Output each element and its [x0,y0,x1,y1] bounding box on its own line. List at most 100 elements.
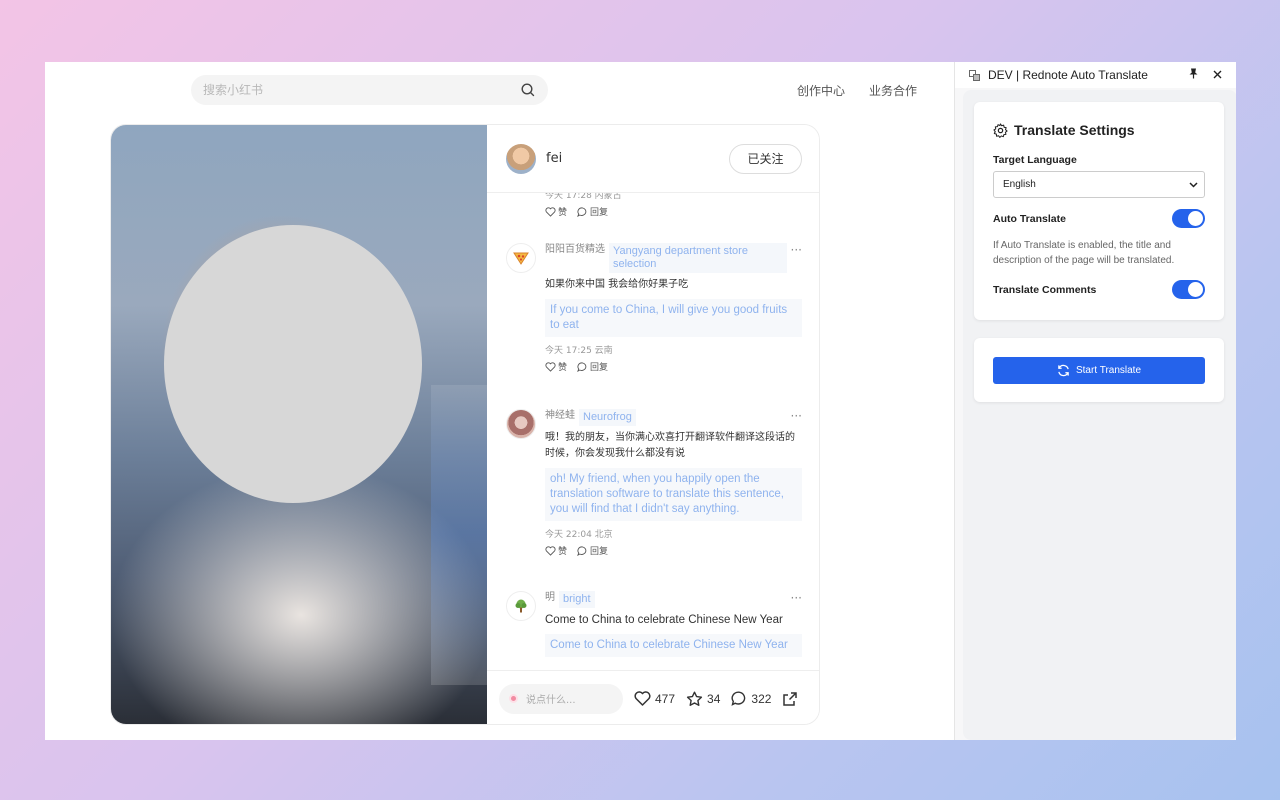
close-icon[interactable] [1208,68,1226,82]
tree-icon [515,599,527,613]
side-panel-title: DEV | Rednote Auto Translate [988,68,1148,82]
collect-count: 34 [707,691,721,706]
commenter-name-translation: Neurofrog [579,409,636,426]
auto-translate-toggle[interactable] [1172,209,1205,228]
refresh-icon [1058,364,1069,376]
like-label: 赞 [558,547,568,557]
search-bar[interactable] [191,75,548,105]
comment-input[interactable]: 说点什么... [499,683,623,714]
commenter-name[interactable]: 神经蛙 [545,409,575,423]
like-count: 477 [655,691,676,706]
start-translate-card: Start Translate [974,338,1224,402]
comment-text: 如果你来中国 我会给你好果子吃 [545,279,689,290]
side-panel-titlebar: DEV | Rednote Auto Translate [955,62,1236,88]
follow-button[interactable]: 已关注 [729,143,802,174]
comment-input-placeholder: 说点什么... [526,695,576,706]
user-avatar-dot [509,694,518,703]
browser-window: 创作中心 业务合作 fei 已关注 今天 17:28 内蒙古 [45,62,1236,740]
more-options-icon[interactable]: ··· [791,243,802,257]
note-detail: fei 已关注 今天 17:28 内蒙古 赞 回复 阳阳百货精选 Yangyan… [110,124,820,725]
star-icon [686,691,703,706]
photo-background-lights [431,385,487,685]
like-button[interactable]: 赞 [545,205,567,218]
start-translate-label: Start Translate [1075,364,1142,376]
collect-count-button[interactable]: 34 [686,691,720,707]
comment-meta: 今天 17:28 内蒙古 [545,193,622,201]
comment-meta: 今天 17:25 云南 [545,346,613,356]
comment-item: 神经蛙 Neurofrog 哦！我的朋友，当你满心欢喜打开翻译软件翻译这段话的时… [506,409,802,557]
gear-icon [993,122,1008,138]
like-label: 赞 [558,363,568,373]
target-language-select[interactable]: English [993,171,1205,198]
comment-item: 明 bright Come to China to celebrate Chin… [506,591,802,657]
heart-icon [545,545,556,556]
pin-icon[interactable] [1184,68,1202,82]
share-button[interactable] [782,691,798,707]
comment-meta: 今天 22:04 北京 [545,530,613,540]
more-options-icon[interactable]: ··· [791,409,802,423]
heart-icon [545,206,556,217]
comment-count-button[interactable]: 322 [731,691,771,706]
start-translate-button[interactable]: Start Translate [993,356,1205,384]
like-button[interactable]: 赞 [545,544,567,557]
reply-bubble-icon [577,361,587,372]
search-icon[interactable] [520,82,536,98]
comment-actions: 赞 回复 [545,544,802,557]
reply-bubble-icon [577,206,587,217]
commenter-name[interactable]: 阳阳百货精选 [545,243,605,257]
heart-icon [545,361,556,372]
extension-side-panel: DEV | Rednote Auto Translate Translate S… [954,62,1236,740]
reply-label: 回复 [590,547,609,557]
reply-label: 回复 [590,208,609,218]
comment-text: Come to China to celebrate Chinese New Y… [545,614,783,626]
nav-business-cooperation[interactable]: 业务合作 [869,82,917,99]
reply-button[interactable]: 回复 [577,360,608,373]
comments-pane: fei 已关注 今天 17:28 内蒙古 赞 回复 阳阳百货精选 Yangyan… [487,125,819,724]
comment-count: 322 [751,691,772,706]
translate-comments-toggle[interactable] [1172,280,1205,299]
comment-partial: 今天 17:28 内蒙古 赞 回复 [545,193,802,218]
comment-bubble-icon [731,691,746,706]
commenter-avatar[interactable] [506,591,536,621]
comments-list[interactable]: 今天 17:28 内蒙古 赞 回复 阳阳百货精选 Yangyang depart… [487,193,819,670]
commenter-name[interactable]: 明 [545,591,555,605]
translate-logo-icon [969,69,980,81]
commenter-name-translation: bright [559,591,595,608]
commenter-name-translation: Yangyang department store selection [609,243,787,273]
author-avatar[interactable] [506,143,536,174]
nav-creator-center[interactable]: 创作中心 [797,82,845,99]
commenter-avatar[interactable] [506,243,536,273]
chevron-down-icon [1189,181,1198,188]
comment-actions: 赞 回复 [545,360,802,373]
translate-settings-card: Translate Settings Target Language Engli… [974,102,1224,320]
comment-text: 哦！我的朋友，当你满心欢喜打开翻译软件翻译这段话的时候，你会发现我什么都没有说 [545,432,795,459]
auto-translate-row: Auto Translate [993,209,1205,228]
commenter-avatar[interactable] [506,409,536,439]
like-label: 赞 [558,208,568,218]
face-blur-mask [164,225,422,503]
reply-button[interactable]: 回复 [577,544,608,557]
web-page: 创作中心 业务合作 fei 已关注 今天 17:28 内蒙古 [45,62,954,740]
share-icon [783,691,798,706]
like-count-button[interactable]: 477 [634,691,675,706]
more-options-icon[interactable]: ··· [791,591,802,605]
comment-item: 阳阳百货精选 Yangyang department store selecti… [506,243,802,373]
comment-translation: oh! My friend, when you happily open the… [545,468,802,521]
auto-translate-label: Auto Translate [993,212,1066,225]
interaction-bar: 说点什么... 477 34 322 [487,670,819,724]
comment-translation: If you come to China, I will give you go… [545,299,802,337]
search-input[interactable] [203,83,520,97]
note-photo[interactable] [111,125,487,724]
comment-translation: Come to China to celebrate Chinese New Y… [545,634,802,657]
author-bar: fei 已关注 [487,125,819,193]
settings-heading: Translate Settings [993,122,1205,138]
author-name[interactable]: fei [546,151,729,166]
translate-comments-row: Translate Comments [993,280,1205,299]
like-button[interactable]: 赞 [545,360,567,373]
reply-label: 回复 [590,363,609,373]
heart-icon [634,691,651,706]
comment-actions: 赞 回复 [545,205,802,218]
pizza-icon [513,252,529,265]
reply-button[interactable]: 回复 [577,205,608,218]
side-panel-body: Translate Settings Target Language Engli… [963,90,1236,740]
